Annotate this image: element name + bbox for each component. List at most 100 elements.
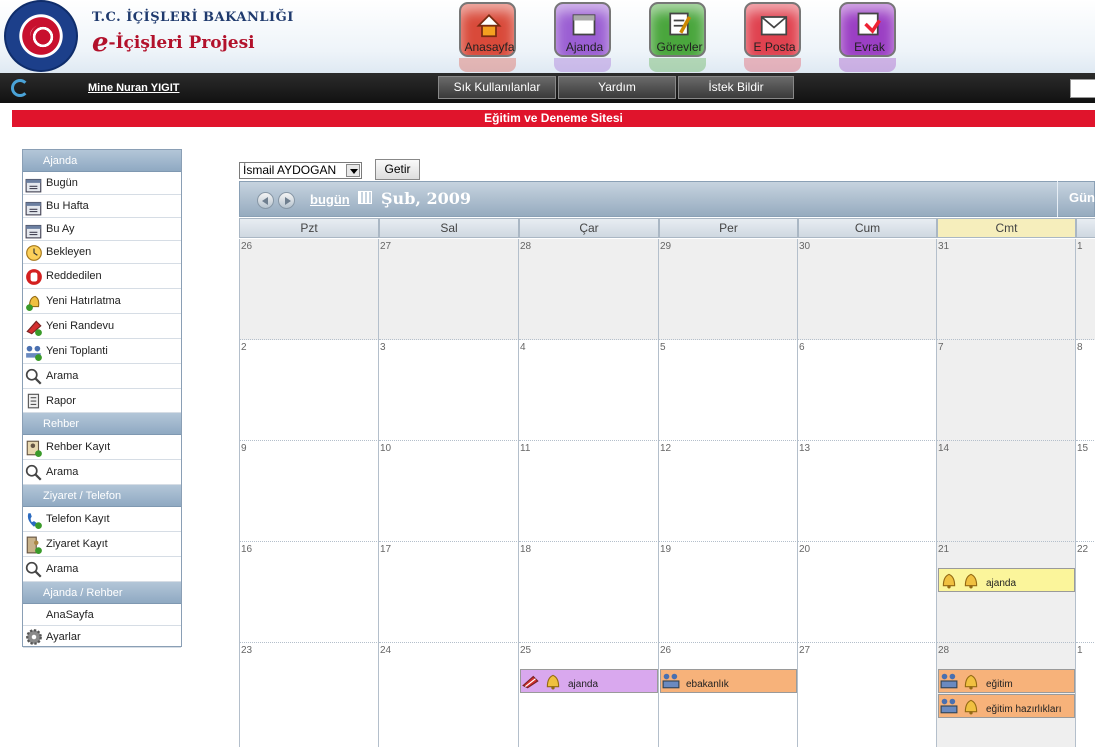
calendar-event[interactable]: eğitim hazırlıkları [938, 694, 1075, 718]
calendar-event[interactable]: eğitim [938, 669, 1075, 693]
sidebar-item-label: Rehber Kayıt [46, 441, 111, 453]
nav-anasayfa-button[interactable]: Anasayfa [459, 2, 516, 72]
sidebar-item[interactable]: Arama [23, 557, 181, 582]
calendar-day-cell[interactable]: 4 [519, 340, 659, 441]
nav-ajanda-label: Ajanda [565, 40, 604, 54]
calendar-icon[interactable] [358, 191, 372, 204]
search-input[interactable] [1070, 79, 1095, 98]
calendar-event[interactable]: ajanda [520, 669, 658, 693]
project-e-letter: e [92, 28, 109, 58]
sidebar-item[interactable]: Yeni Randevu [23, 314, 181, 339]
calendar-day-cell[interactable]: 15 [1076, 441, 1095, 542]
nav-ajanda-button[interactable]: Ajanda [554, 2, 611, 72]
sidebar-item[interactable]: Ayarlar [23, 626, 181, 648]
calendar-day-cell[interactable]: 1 [1076, 643, 1095, 747]
sidebar-item[interactable]: Rehber Kayıt [23, 435, 181, 460]
calendar-day-cell[interactable]: 27 [379, 239, 519, 340]
day-number: 25 [520, 645, 532, 656]
calendar-month-icon [25, 221, 43, 239]
nav-gorevler-label: Görevler [656, 40, 703, 54]
sidebar-item-label: Telefon Kayıt [46, 513, 110, 525]
calendar-day-cell[interactable]: 1 [1076, 239, 1095, 340]
sidebar-item[interactable]: Telefon Kayıt [23, 507, 181, 532]
header: T.C. İÇİŞLERİ BAKANLIĞI e-İçişleri Proje… [0, 0, 1095, 73]
today-link[interactable]: bugün [310, 192, 350, 207]
refresh-icon[interactable] [11, 79, 29, 97]
calendar-day-cell[interactable]: 26 [239, 239, 379, 340]
calendar-day-cell[interactable]: 27 [798, 643, 937, 747]
calendar-day-cell[interactable]: 18 [519, 542, 659, 643]
sidebar-item[interactable]: Yeni Toplanti [23, 339, 181, 364]
day-number: 23 [241, 645, 253, 656]
nav-evrak-button[interactable]: Evrak [839, 2, 896, 72]
day-number: 21 [938, 544, 950, 555]
calendar-day-cell[interactable]: 11 [519, 441, 659, 542]
sidebar-item[interactable]: Bugün [23, 172, 181, 195]
favorites-button[interactable]: Sık Kullanılanlar [438, 76, 556, 99]
chevron-down-icon[interactable] [346, 164, 360, 177]
sidebar-item[interactable]: Bu Ay [23, 218, 181, 241]
calendar-day-cell[interactable]: 28 [519, 239, 659, 340]
calendar-day-cell[interactable]: 10 [379, 441, 519, 542]
calendar-day-cell[interactable]: 26 [659, 643, 798, 747]
sidebar-item[interactable]: Arama [23, 364, 181, 389]
person-select[interactable]: İsmail AYDOGAN [239, 162, 362, 179]
calendar-day-cell[interactable]: 23 [239, 643, 379, 747]
calendar-day-cell[interactable]: 20 [798, 542, 937, 643]
sidebar-item[interactable]: Arama [23, 460, 181, 485]
next-month-button[interactable] [278, 192, 295, 209]
day-view-tab[interactable]: Gün [1057, 181, 1095, 217]
sidebar-item-label: Ziyaret Kayıt [46, 538, 108, 550]
calendar-day-cell[interactable]: 12 [659, 441, 798, 542]
icon-reflection [744, 58, 801, 72]
request-button[interactable]: İstek Bildir [678, 76, 794, 99]
sidebar-item[interactable]: Reddedilen [23, 264, 181, 289]
day-number: 27 [799, 645, 811, 656]
nav-eposta-button[interactable]: E Posta [744, 2, 801, 72]
sidebar-item[interactable]: Rapor [23, 389, 181, 413]
prev-month-button[interactable] [257, 192, 274, 209]
day-number: 24 [380, 645, 392, 656]
getir-button[interactable]: Getir [375, 159, 420, 180]
day-number: 2 [241, 342, 247, 353]
sidebar-item[interactable]: AnaSayfa [23, 604, 181, 626]
sidebar-item[interactable]: Yeni Hatırlatma [23, 289, 181, 314]
day-number: 6 [799, 342, 805, 353]
user-link[interactable]: Mine Nuran YIGIT [88, 82, 179, 94]
calendar-day-cell[interactable]: 19 [659, 542, 798, 643]
calendar-day-cell[interactable]: 3 [379, 340, 519, 441]
day-number: 26 [241, 241, 253, 252]
sidebar-item[interactable]: Ziyaret Kayıt [23, 532, 181, 557]
calendar-day-cell[interactable]: 5 [659, 340, 798, 441]
calendar-day-cell[interactable]: 21 [937, 542, 1076, 643]
sidebar-item[interactable]: Bu Hafta [23, 195, 181, 218]
nav-gorevler-button[interactable]: Görevler [649, 2, 706, 72]
day-number: 19 [660, 544, 672, 555]
calendar-day-cell[interactable]: 14 [937, 441, 1076, 542]
calendar-day-cell[interactable]: 31 [937, 239, 1076, 340]
calendar-day-cell[interactable]: 8 [1076, 340, 1095, 441]
calendar-day-cell[interactable]: 2 [239, 340, 379, 441]
contact-add-icon [25, 439, 43, 457]
calendar-day-cell[interactable]: 30 [798, 239, 937, 340]
calendar-day-cell[interactable]: 24 [379, 643, 519, 747]
calendar-day-cell[interactable]: 16 [239, 542, 379, 643]
appointment-add-icon [25, 318, 43, 336]
calendar-day-cell[interactable]: 7 [937, 340, 1076, 441]
calendar-day-cell[interactable]: 9 [239, 441, 379, 542]
calendar-day-cell[interactable]: 6 [798, 340, 937, 441]
calendar-day-cell[interactable]: 29 [659, 239, 798, 340]
day-number: 9 [241, 443, 247, 454]
calendar-day-cell[interactable]: 22 [1076, 542, 1095, 643]
nav-eposta-label: E Posta [753, 40, 796, 54]
sidebar-section-header: Ajanda / Rehber [23, 582, 181, 604]
sidebar-item[interactable]: Bekleyen [23, 241, 181, 264]
help-button[interactable]: Yardım [558, 76, 676, 99]
calendar-day-cell[interactable]: 25 [519, 643, 659, 747]
calendar-day-cell[interactable]: 13 [798, 441, 937, 542]
calendar-event[interactable]: ajanda [938, 568, 1075, 592]
calendar-day-cell[interactable]: 17 [379, 542, 519, 643]
day-number: 12 [660, 443, 672, 454]
day-number: 18 [520, 544, 532, 555]
calendar-event[interactable]: ebakanlık [660, 669, 797, 693]
